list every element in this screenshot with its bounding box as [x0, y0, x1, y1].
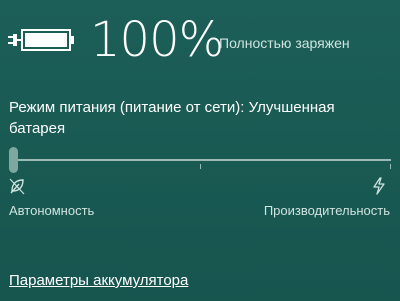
slider-thumb[interactable] — [9, 147, 18, 173]
power-mode-slider[interactable] — [9, 147, 391, 177]
performance-label: Производительность — [263, 203, 390, 218]
battery-header: 100% Полностью заряжен — [8, 12, 392, 72]
battery-settings-link[interactable]: Параметры аккумулятора — [9, 271, 188, 291]
battery-percent: 100% — [90, 12, 224, 68]
power-mode-label: Режим питания (питание от сети): Улучшен… — [9, 99, 335, 137]
lightning-bolt-icon — [371, 177, 387, 195]
slider-tick — [200, 164, 201, 169]
slider-tick — [390, 164, 391, 169]
autonomy-label: Автономность — [9, 203, 95, 218]
slider-track[interactable] — [9, 159, 391, 161]
battery-status: Полностью заряжен — [219, 35, 350, 51]
battery-full-icon — [8, 28, 76, 52]
leaf-icon — [9, 177, 25, 195]
